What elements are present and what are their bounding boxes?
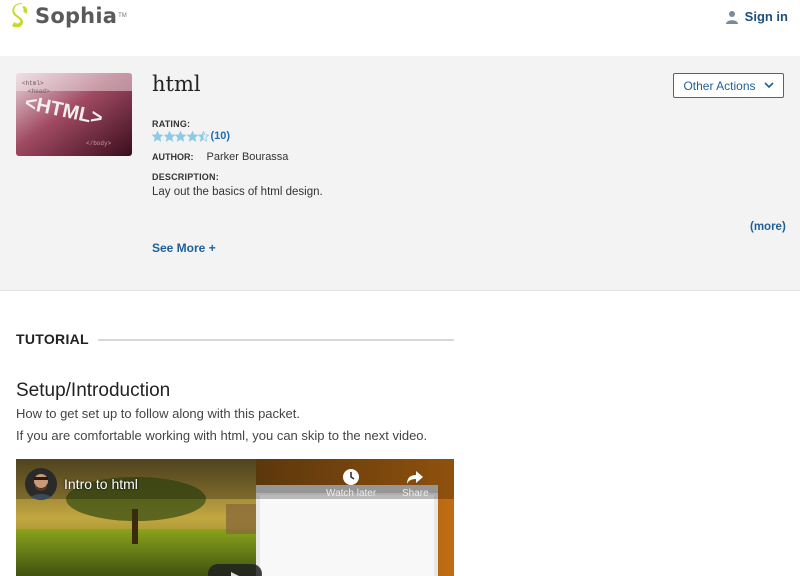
see-more-link[interactable]: See More + (152, 241, 216, 255)
more-link[interactable]: (more) (750, 221, 786, 233)
star-icon (175, 130, 186, 142)
sophia-logo[interactable]: Sophia TM (10, 3, 127, 29)
star-icon (186, 130, 198, 142)
video-player[interactable]: Intro to html Watch later Share (16, 459, 454, 576)
sign-in-link[interactable]: Sign in (725, 9, 788, 24)
share-icon (407, 471, 424, 484)
avatar-image (25, 468, 57, 500)
other-actions-button[interactable]: Other Actions (673, 73, 784, 98)
star-icon (152, 130, 163, 142)
channel-avatar[interactable] (25, 468, 57, 500)
video-title[interactable]: Intro to html (64, 476, 138, 492)
description-text: Lay out the basics of html design. (152, 186, 323, 198)
share-button[interactable]: Share (402, 468, 429, 499)
section-title: Setup/Introduction (16, 380, 171, 401)
play-icon (231, 572, 239, 576)
watch-later-button[interactable]: Watch later (326, 468, 376, 499)
rating-count[interactable]: (10) (211, 130, 231, 142)
svg-text:</body>: </body> (86, 140, 112, 147)
chevron-down-icon (763, 82, 774, 89)
tutorial-heading: TUTORIAL (16, 331, 89, 347)
rating[interactable]: (10) (152, 130, 230, 142)
description-label: DESCRIPTION: (152, 172, 219, 182)
author-label: AUTHOR: (152, 152, 194, 162)
person-icon (725, 10, 738, 24)
html-thumbnail-image: <html> <head> <HTML> </body> (16, 73, 132, 156)
star-icon (198, 130, 209, 142)
svg-text:<html>: <html> (22, 80, 44, 87)
section-text-line: How to get set up to follow along with t… (16, 406, 300, 421)
share-label: Share (402, 488, 429, 499)
star-icon (163, 130, 175, 142)
author-name: Parker Bourassa (206, 151, 289, 163)
site-header: Sophia TM Sign in (0, 0, 800, 56)
other-actions-label: Other Actions (683, 78, 756, 93)
trademark: TM (118, 13, 127, 19)
play-button[interactable] (208, 564, 262, 576)
resource-thumbnail: <html> <head> <HTML> </body> (16, 73, 132, 156)
section-text-line: If you are comfortable working with html… (16, 428, 428, 443)
rating-label: RATING: (152, 119, 191, 129)
resource-title: html (152, 72, 201, 96)
tutorial-divider (98, 339, 454, 341)
author-row: AUTHOR: Parker Bourassa (152, 151, 288, 163)
sign-in-label: Sign in (744, 9, 788, 24)
clock-icon (343, 469, 360, 485)
sophia-logo-icon (12, 3, 28, 28)
brand-name: Sophia (35, 4, 118, 28)
rating-stars (152, 130, 210, 142)
resource-info-panel: <html> <head> <HTML> </body> html Other … (0, 56, 800, 291)
watch-later-label: Watch later (326, 488, 377, 499)
